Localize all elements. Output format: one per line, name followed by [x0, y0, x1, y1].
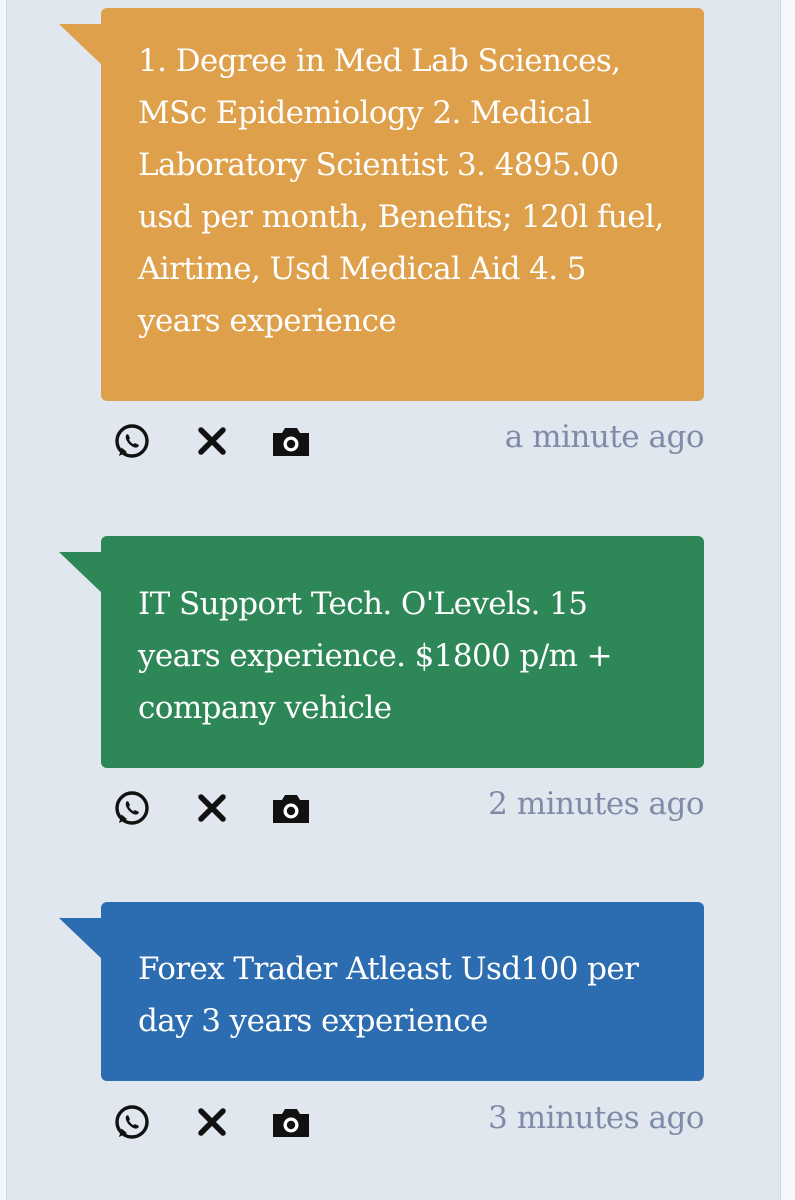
whatsapp-icon[interactable] [111, 421, 151, 461]
post-timestamp: 3 minutes ago [488, 1100, 704, 1136]
close-icon[interactable] [192, 421, 232, 461]
post-bubble[interactable]: IT Support Tech. O'Levels. 15 years expe… [59, 536, 704, 768]
post-actions: a minute ago [101, 417, 705, 461]
post-timestamp: a minute ago [504, 419, 705, 455]
post-bubble[interactable]: Forex Trader Atleast Usd100 per day 3 ye… [59, 902, 704, 1081]
bubble-tail [59, 918, 103, 960]
close-icon[interactable] [192, 1102, 232, 1142]
bubble-tail [59, 552, 103, 594]
post-actions: 2 minutes ago [101, 784, 704, 828]
close-icon[interactable] [192, 788, 232, 828]
left-edge [0, 0, 7, 1200]
post-bubble[interactable]: 1. Degree in Med Lab Sciences, MSc Epide… [59, 8, 704, 401]
post-card: 1. Degree in Med Lab Sciences, MSc Epide… [59, 8, 704, 401]
post-text: 1. Degree in Med Lab Sciences, MSc Epide… [138, 43, 664, 339]
post-text: Forex Trader Atleast Usd100 per day 3 ye… [138, 951, 639, 1039]
post-card: Forex Trader Atleast Usd100 per day 3 ye… [59, 902, 704, 1081]
camera-icon[interactable] [271, 1102, 311, 1142]
post-text: IT Support Tech. O'Levels. 15 years expe… [138, 586, 613, 726]
camera-icon[interactable] [271, 788, 311, 828]
whatsapp-icon[interactable] [111, 1102, 151, 1142]
camera-icon[interactable] [271, 421, 311, 461]
scrollbar-track[interactable] [780, 0, 795, 1200]
post-timestamp: 2 minutes ago [488, 786, 704, 822]
post-card: IT Support Tech. O'Levels. 15 years expe… [59, 536, 704, 768]
post-actions: 3 minutes ago [101, 1098, 704, 1142]
feed-frame: 1. Degree in Med Lab Sciences, MSc Epide… [0, 0, 795, 1200]
bubble-tail [59, 24, 103, 66]
whatsapp-icon[interactable] [111, 788, 151, 828]
